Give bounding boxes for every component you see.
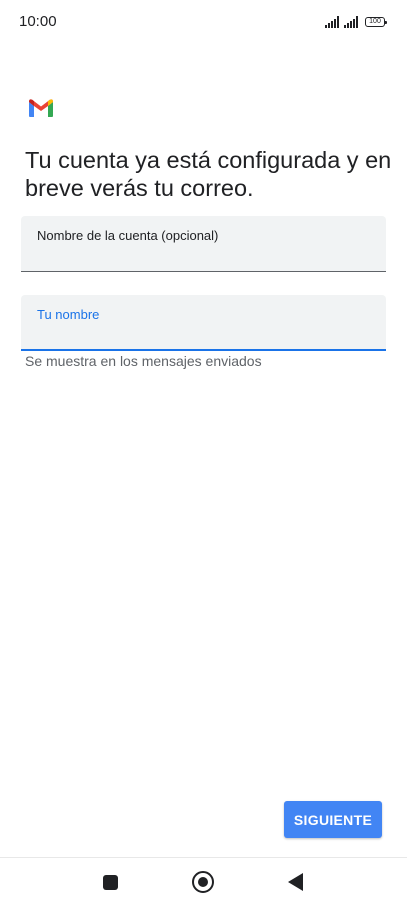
- gmail-logo-icon: [29, 99, 53, 117]
- status-time: 10:00: [19, 13, 57, 30]
- page-title: Tu cuenta ya está configurada y en breve…: [25, 147, 392, 201]
- account-name-input[interactable]: [37, 245, 367, 265]
- your-name-input[interactable]: [37, 323, 367, 343]
- navigation-bar: [0, 857, 407, 906]
- your-name-field[interactable]: Tu nombre: [21, 295, 386, 351]
- next-button[interactable]: SIGUIENTE: [284, 801, 382, 838]
- your-name-label: Tu nombre: [37, 307, 100, 322]
- signal-icon: [344, 16, 358, 28]
- signal-icon: [325, 16, 339, 28]
- back-button[interactable]: [288, 873, 303, 891]
- status-bar: 10:00 100: [0, 0, 407, 44]
- account-name-label: Nombre de la cuenta (opcional): [37, 228, 219, 243]
- battery-icon: 100: [365, 17, 387, 27]
- recent-apps-button[interactable]: [103, 875, 118, 890]
- home-button[interactable]: [192, 871, 214, 893]
- account-name-field[interactable]: Nombre de la cuenta (opcional): [21, 216, 386, 272]
- status-icons: 100: [325, 14, 387, 28]
- your-name-helper-text: Se muestra en los mensajes enviados: [25, 353, 262, 369]
